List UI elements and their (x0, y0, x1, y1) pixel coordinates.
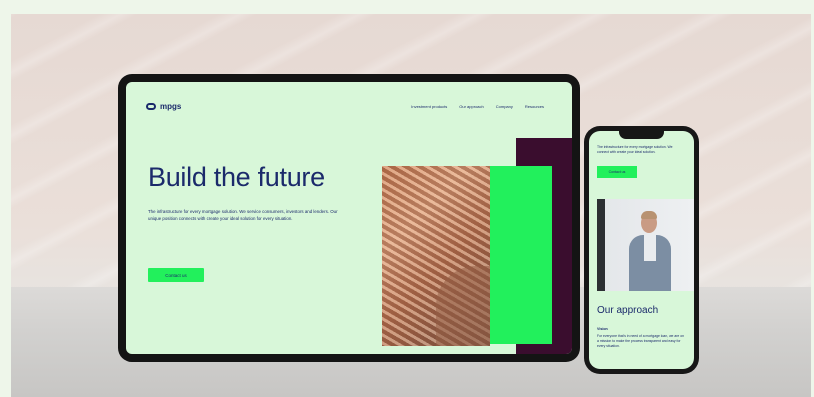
person-hair (641, 211, 657, 219)
nav-item-investment-products[interactable]: Investment products (411, 104, 447, 109)
tablet-screen: mpgs Investment products Our approach Co… (126, 82, 572, 354)
phone-section-heading: Our approach (597, 305, 659, 316)
contact-button[interactable]: Contact us (148, 268, 204, 282)
person-shirt (644, 235, 656, 261)
hero-body: The infrastructure for every mortgage so… (148, 209, 338, 221)
phone-section-text: For everyone that's in need of a mortgag… (597, 334, 684, 348)
hero-architecture-image (382, 166, 490, 346)
logo-icon (146, 103, 156, 110)
brand-logo[interactable]: mpgs (146, 102, 181, 111)
top-nav: Investment products Our approach Company… (411, 104, 544, 109)
nav-item-company[interactable]: Company (496, 104, 513, 109)
nav-item-resources[interactable]: Resources (525, 104, 544, 109)
logo-text: mpgs (160, 102, 182, 111)
hero-title: Build the future (148, 162, 325, 192)
green-accent-panel (490, 166, 552, 344)
team-member-photo (597, 199, 694, 291)
phone-device: The infrastructure for every mortgage so… (584, 126, 699, 374)
phone-screen: The infrastructure for every mortgage so… (589, 131, 694, 369)
nav-item-our-approach[interactable]: Our approach (459, 104, 483, 109)
tablet-device: mpgs Investment products Our approach Co… (118, 74, 580, 362)
phone-body-text: The infrastructure for every mortgage so… (597, 145, 673, 154)
phone-notch (619, 131, 664, 139)
mockup-scene: mpgs Investment products Our approach Co… (11, 14, 811, 397)
phone-section-subheading: Vision (597, 327, 608, 331)
phone-contact-button[interactable]: Contact us (597, 166, 637, 178)
